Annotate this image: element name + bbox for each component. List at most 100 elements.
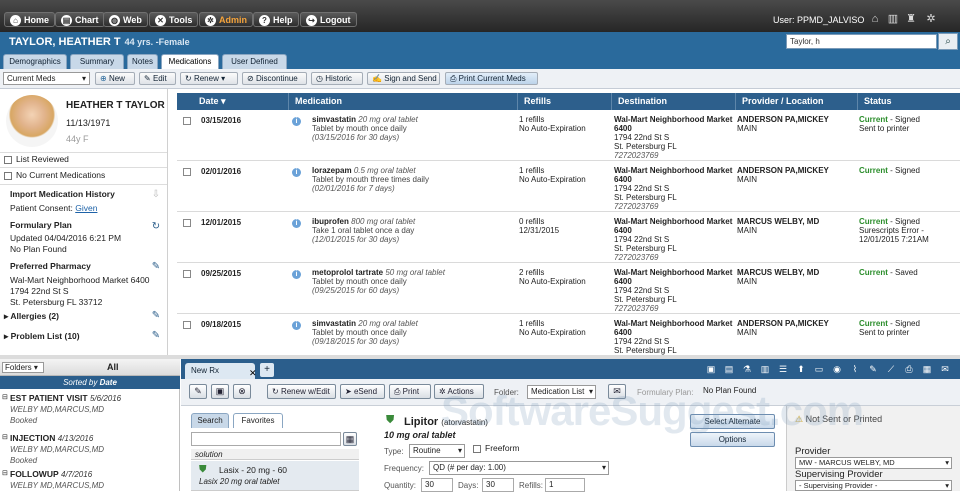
patient-search-input[interactable]: Taylor, h xyxy=(786,34,937,49)
refills-input[interactable]: 1 xyxy=(545,478,585,492)
type-select[interactable]: Routine ▾ xyxy=(409,444,465,458)
list-reviewed-checkbox[interactable]: List Reviewed xyxy=(4,154,69,164)
list-icon[interactable]: ☰ xyxy=(777,364,789,375)
folders-select[interactable]: Folders ▾ xyxy=(2,362,44,373)
col-destination[interactable]: Destination xyxy=(611,93,735,110)
nav-tools-button[interactable]: ✕ Tools xyxy=(149,12,199,27)
new-button[interactable]: ⊕ New xyxy=(95,72,135,85)
add-tab-button[interactable]: + xyxy=(260,363,274,377)
frequency-select[interactable]: QD (# per day: 1.00) ▾ xyxy=(429,461,609,475)
info-icon[interactable]: i xyxy=(292,219,301,228)
pill-icon[interactable]: ◉ xyxy=(831,364,843,375)
nav-logout-button[interactable]: ↪ Logout xyxy=(300,12,357,27)
info-icon[interactable]: i xyxy=(292,117,301,126)
row-checkbox[interactable] xyxy=(183,270,191,278)
pencil-icon[interactable]: ✎ xyxy=(189,384,207,399)
nav-admin-button[interactable]: ✲ Admin xyxy=(199,12,253,27)
consent-link[interactable]: Given xyxy=(75,203,97,213)
tab-search[interactable]: Search xyxy=(191,413,229,428)
favorite-item[interactable]: ⛊ Lasix - 20 mg - 60 Lasix 20 mg oral ta… xyxy=(191,461,359,491)
nav-chart-button[interactable]: ▤ Chart xyxy=(55,12,105,27)
discontinue-button[interactable]: ⊘ Discontinue xyxy=(242,72,307,85)
col-status[interactable]: Status xyxy=(857,93,960,110)
pencil-icon[interactable]: ✎ xyxy=(150,261,162,273)
import-icon[interactable]: ⇩ xyxy=(150,189,162,201)
flask-icon[interactable]: ⚗ xyxy=(741,364,753,375)
up-icon[interactable]: ⬆ xyxy=(795,364,807,375)
col-date[interactable]: Date ▾ xyxy=(193,93,288,110)
table-row[interactable]: 09/18/2015 i simvastatin 20 mg oral tablet… xyxy=(177,314,960,355)
nav-web-button[interactable]: ◍ Web xyxy=(103,12,148,27)
table-row[interactable]: 02/01/2016 i lorazepam 0.5 mg oral tablet T… xyxy=(177,161,960,212)
select-alternate-button[interactable]: Select Alternate xyxy=(690,414,775,429)
tab-demographics[interactable]: Demographics xyxy=(3,54,67,69)
quantity-input[interactable]: 30 xyxy=(421,478,453,492)
nav-home-button[interactable]: ⌂ Home xyxy=(4,12,56,27)
provider-select[interactable]: MW - MARCUS WELBY, MD ▾ xyxy=(795,457,952,469)
renew-button[interactable]: ↻ Renew ▾ xyxy=(180,72,238,85)
print-current-meds-button[interactable]: ⎙ Print Current Meds xyxy=(445,72,538,85)
problem-list-expander[interactable]: ▸ Problem List (10) xyxy=(4,331,80,342)
esend-button[interactable]: ➤ eSend xyxy=(340,384,385,399)
monitor-icon[interactable]: ▭ xyxy=(813,364,825,375)
clipboard-icon[interactable]: ▣ xyxy=(705,364,717,375)
row-checkbox[interactable] xyxy=(183,117,191,125)
tab-summary[interactable]: Summary xyxy=(70,54,124,69)
search-icon[interactable]: ⌕ xyxy=(938,33,958,50)
table-row[interactable]: 12/01/2015 i ibuprofen 800 mg oral tablet T… xyxy=(177,212,960,263)
allergies-expander[interactable]: ▸ Allergies (2) xyxy=(4,311,59,322)
edit-icon[interactable]: ✎ xyxy=(867,364,879,375)
pencil-icon[interactable]: ✎ xyxy=(150,330,162,342)
folder-item[interactable]: ⊟ INJECTION 4/13/2016 WELBY MD,MARCUS,MD Bo… xyxy=(2,433,104,466)
mail-icon[interactable]: ✉ xyxy=(608,384,626,399)
refresh-icon[interactable]: ↻ xyxy=(150,221,162,233)
med-filter-select[interactable]: Current Meds ▾ xyxy=(3,72,90,85)
folder-item[interactable]: ⊟ EST PATIENT VISIT 5/6/2016 WELBY MD,MARC… xyxy=(2,393,121,426)
row-checkbox[interactable] xyxy=(183,168,191,176)
tab-new-rx[interactable]: New Rx ✕ xyxy=(185,363,257,379)
mail-icon[interactable]: ✉ xyxy=(939,364,951,375)
folders-all[interactable]: All xyxy=(107,362,119,372)
trend-icon[interactable]: ⟋ xyxy=(885,364,897,375)
favorites-search-input[interactable] xyxy=(191,432,341,446)
print-icon[interactable]: ⎙ xyxy=(903,364,915,375)
table-row[interactable]: 03/15/2016 i simvastatin 20 mg oral tablet… xyxy=(177,110,960,161)
days-input[interactable]: 30 xyxy=(482,478,514,492)
tab-favorites[interactable]: Favorites xyxy=(233,413,283,428)
tab-notes[interactable]: Notes xyxy=(127,54,158,69)
cancel-icon[interactable]: ⊗ xyxy=(233,384,251,399)
edit-button[interactable]: ✎ Edit xyxy=(139,72,176,85)
tab-user-defined[interactable]: User Defined xyxy=(222,54,287,69)
supervising-select[interactable]: - Supervising Provider - ▾ xyxy=(795,480,952,491)
options-button[interactable]: Options xyxy=(690,432,775,447)
graph-icon[interactable]: ⌇ xyxy=(849,364,861,375)
row-checkbox[interactable] xyxy=(183,219,191,227)
settings-icon[interactable]: ✲ xyxy=(924,13,938,26)
home-icon[interactable]: ⌂ xyxy=(868,13,882,26)
row-checkbox[interactable] xyxy=(183,321,191,329)
tab-medications[interactable]: Medications xyxy=(161,54,219,69)
sign-send-button[interactable]: ✍ Sign and Send xyxy=(367,72,440,85)
renew-edit-button[interactable]: ↻ Renew w/Edit xyxy=(267,384,336,399)
calendar-icon[interactable]: ▦ xyxy=(921,364,933,375)
info-icon[interactable]: i xyxy=(292,270,301,279)
col-provider[interactable]: Provider / Location xyxy=(735,93,857,110)
document-icon[interactable]: ▤ xyxy=(723,364,735,375)
historic-button[interactable]: ◷ Historic xyxy=(311,72,363,85)
actions-button[interactable]: ✲ Actions xyxy=(434,384,484,399)
pencil-icon[interactable]: ✎ xyxy=(150,310,162,322)
bar-chart-icon[interactable]: ▥ xyxy=(759,364,771,375)
user-switch-icon[interactable]: ♜ xyxy=(904,13,918,26)
no-current-meds-checkbox[interactable]: No Current Medications xyxy=(4,170,105,180)
save-icon[interactable]: ▣ xyxy=(211,384,229,399)
col-medication[interactable]: Medication xyxy=(288,93,517,110)
freeform-checkbox[interactable]: Freeform xyxy=(473,443,519,453)
col-refills[interactable]: Refills xyxy=(517,93,611,110)
building-icon[interactable]: ▥ xyxy=(886,13,900,26)
nav-help-button[interactable]: ? Help xyxy=(253,12,299,27)
info-icon[interactable]: i xyxy=(292,168,301,177)
print-button[interactable]: ⎙ Print xyxy=(389,384,431,399)
info-icon[interactable]: i xyxy=(292,321,301,330)
folder-item[interactable]: ⊟ FOLLOWUP 4/7/2016 WELBY MD,MARCUS,MD xyxy=(2,469,104,491)
table-row[interactable]: 09/25/2015 i metoprolol tartrate 50 mg ora… xyxy=(177,263,960,314)
